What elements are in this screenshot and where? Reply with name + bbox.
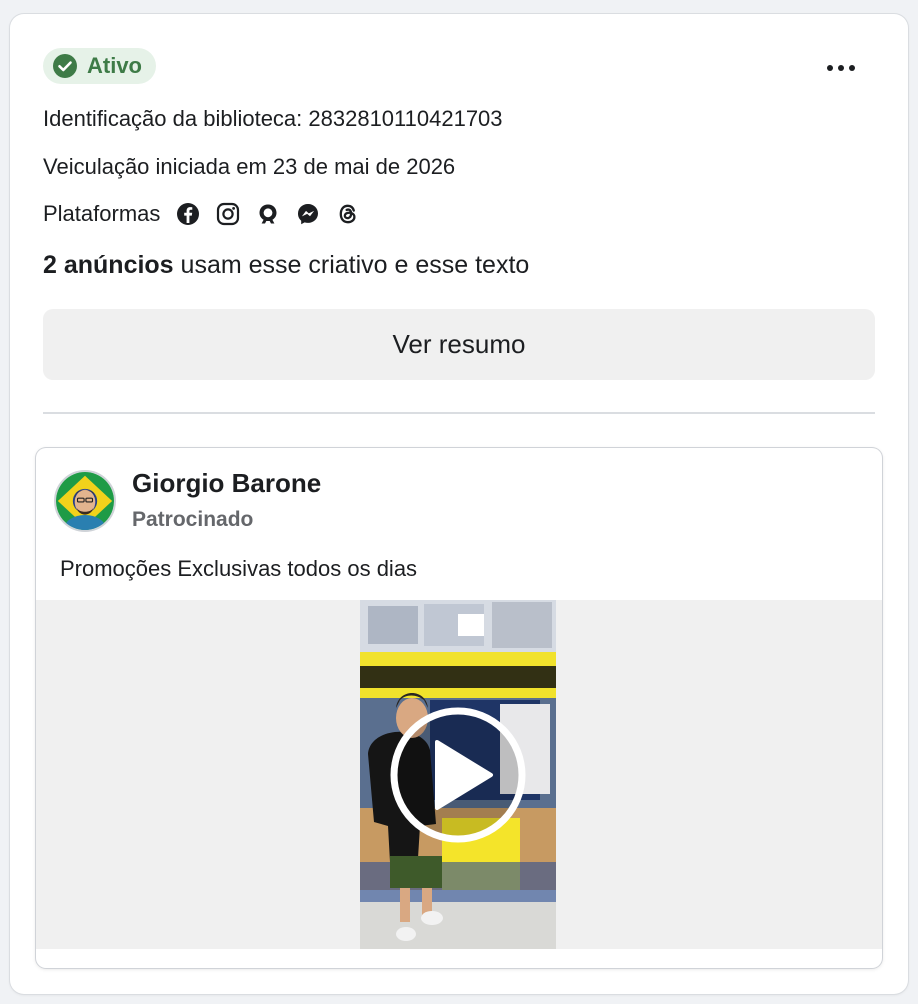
ads-count-bold: 2 anúncios [43, 251, 174, 279]
ads-count-text: 2 anúncios usam esse criativo e esse tex… [43, 251, 529, 280]
advertiser-name[interactable]: Giorgio Barone [132, 468, 321, 499]
media-area [36, 600, 882, 949]
ad-library-card: Ativo Identificação da biblioteca: 28328… [10, 14, 908, 994]
avatar-image [56, 472, 114, 530]
check-circle-icon [53, 54, 77, 78]
status-label: Ativo [87, 53, 142, 78]
play-button[interactable] [387, 704, 529, 846]
ad-preview-card: Giorgio Barone Patrocinado Promoções Exc… [36, 448, 882, 968]
delivery-start-date: Veiculação iniciada em 23 de mai de 2026 [43, 154, 456, 179]
play-icon [390, 707, 526, 843]
view-summary-button[interactable]: Ver resumo [43, 309, 875, 380]
facebook-icon [177, 203, 200, 225]
divider [43, 412, 875, 414]
ad-body-text: Promoções Exclusivas todos os dias [60, 556, 418, 581]
threads-icon [340, 204, 356, 224]
avatar[interactable] [54, 470, 116, 532]
platforms-label: Plataformas [43, 201, 161, 226]
sponsored-label: Patrocinado [132, 508, 254, 531]
ads-count-rest: usam esse criativo e esse texto [173, 251, 530, 279]
platforms-row: Plataformas [43, 201, 360, 227]
video-thumbnail[interactable] [360, 600, 556, 949]
messenger-icon [298, 204, 319, 225]
library-id: Identificação da biblioteca: 28328101104… [43, 106, 503, 131]
more-horizontal-icon [827, 65, 855, 71]
audience-network-icon [259, 204, 277, 224]
more-options-button[interactable] [816, 50, 866, 86]
instagram-icon [217, 202, 240, 226]
status-badge: Ativo [43, 48, 156, 84]
